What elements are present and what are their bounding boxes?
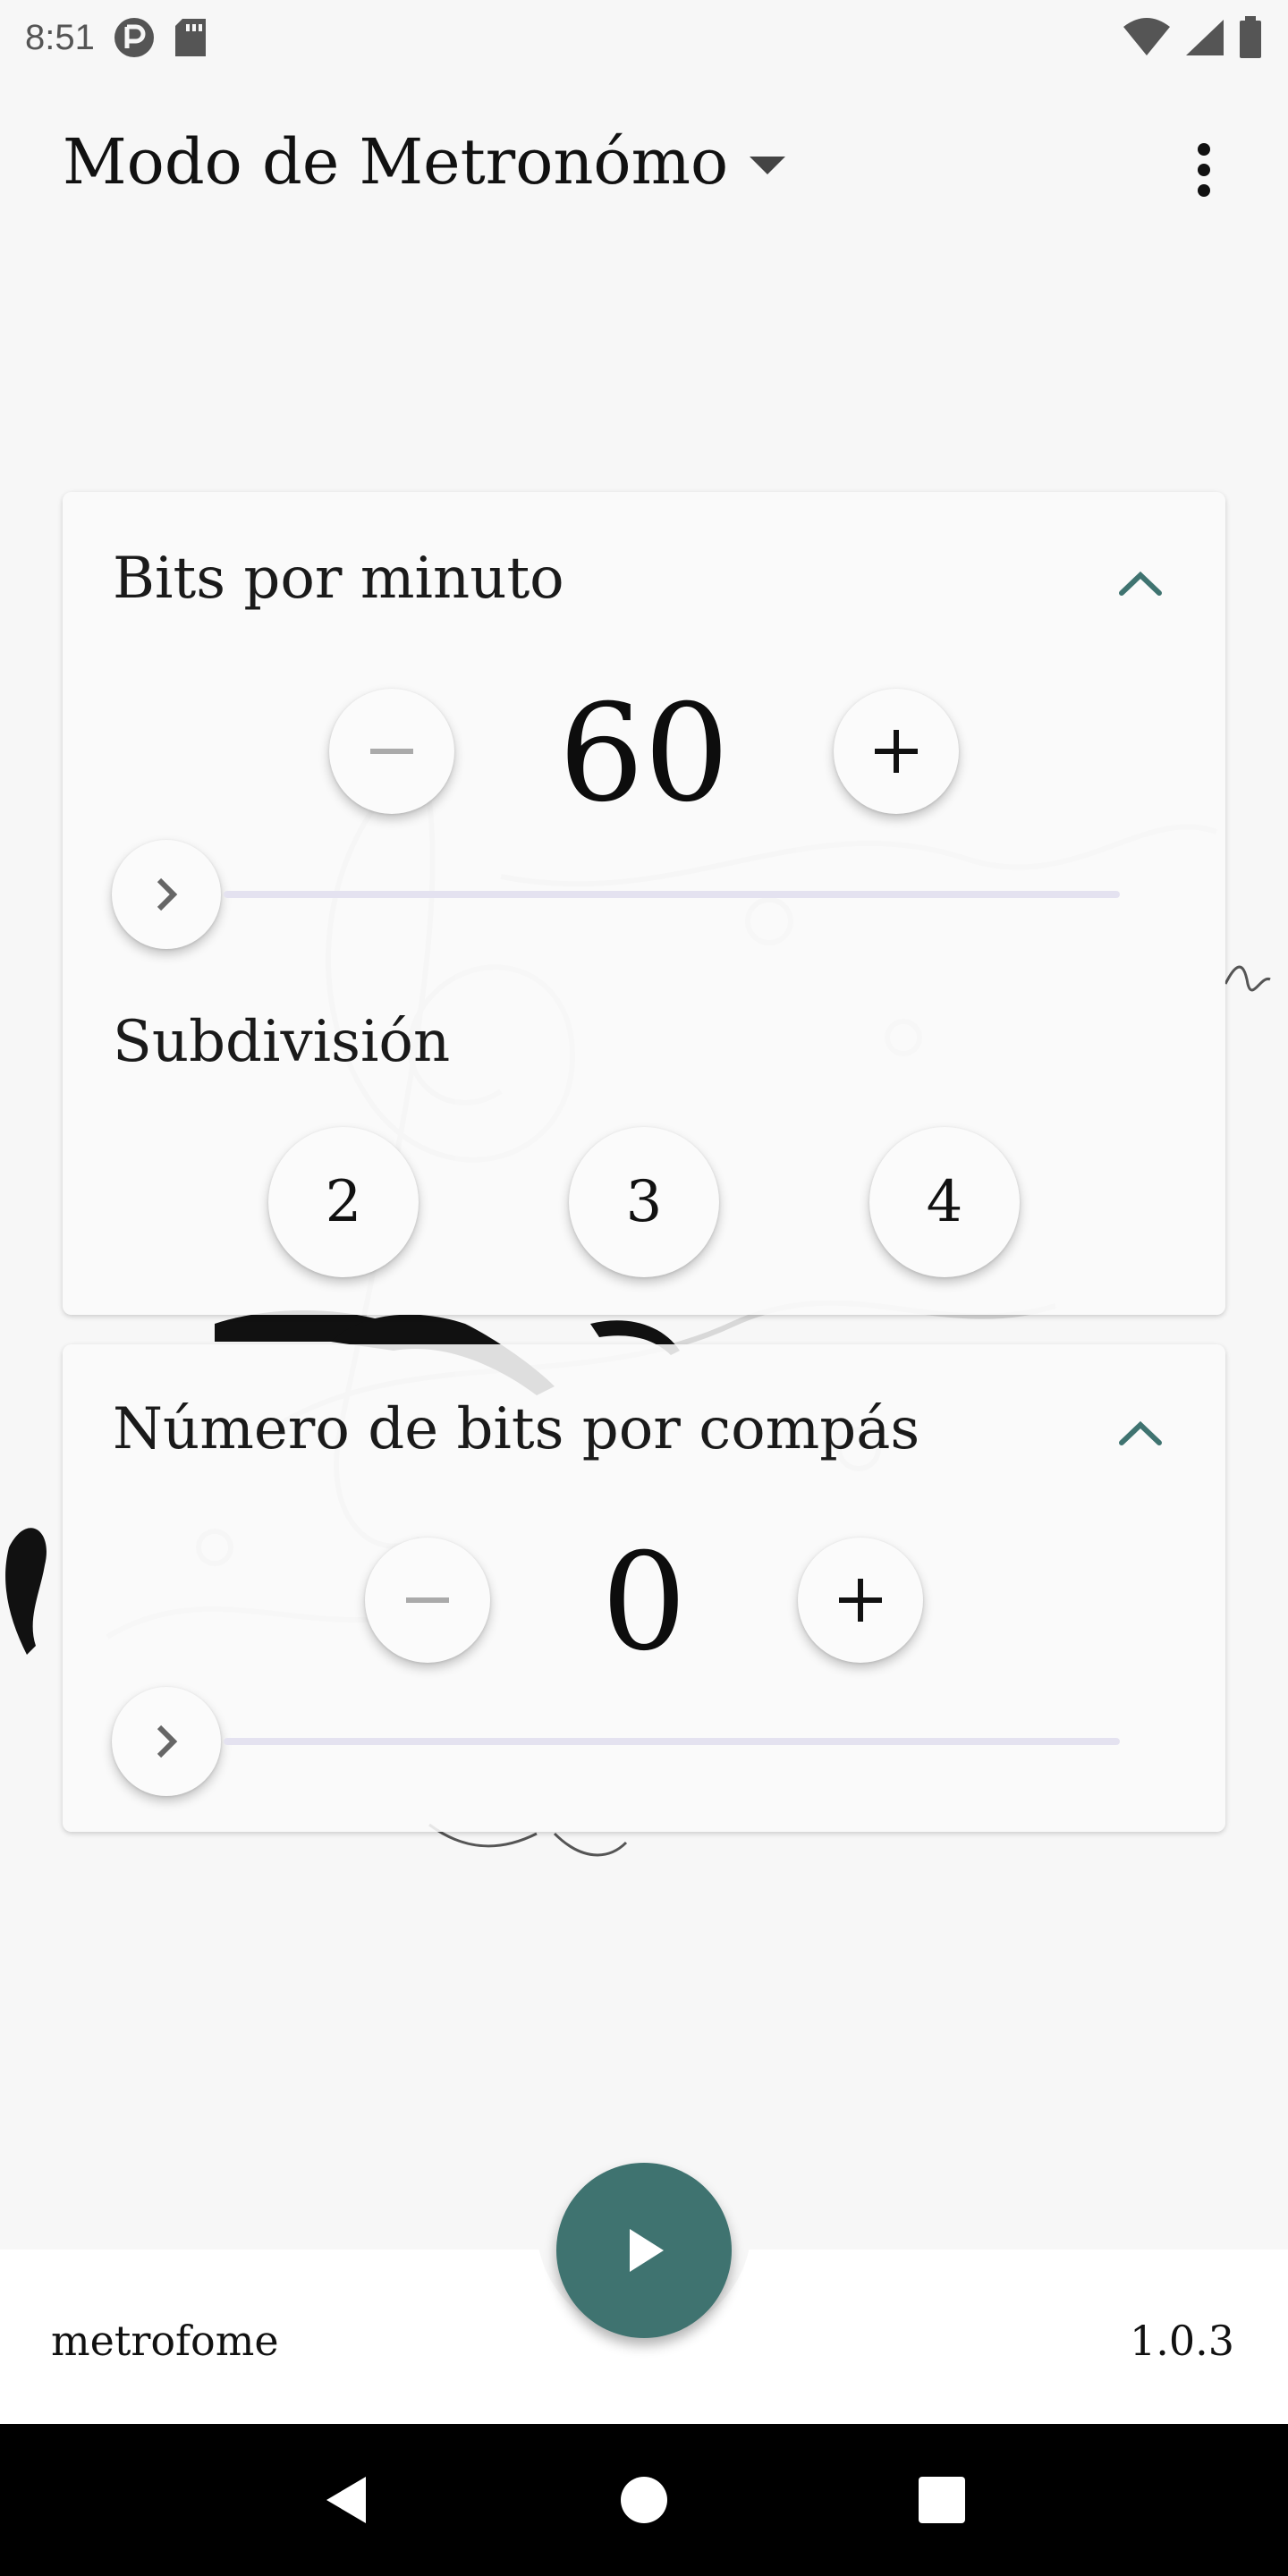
system-nav-bar — [0, 2424, 1288, 2576]
recents-icon[interactable] — [906, 2464, 978, 2536]
app-bar: Modo de Metronómo — [0, 107, 1288, 215]
app-name-label: metrofome — [51, 2317, 279, 2365]
mode-selector[interactable]: Modo de Metronómo — [63, 125, 786, 199]
beats-card-title: Número de bits por compás — [113, 1396, 920, 1462]
back-icon[interactable] — [310, 2464, 382, 2536]
subdivision-4-button[interactable]: 4 — [869, 1127, 1020, 1277]
bpm-expand-button[interactable] — [112, 840, 221, 949]
plus-icon — [839, 1579, 882, 1622]
sd-card-icon — [174, 17, 209, 58]
beats-decrement-button[interactable] — [365, 1538, 490, 1663]
status-right — [1122, 16, 1263, 59]
beats-slider-track[interactable] — [224, 1738, 1120, 1745]
dropdown-arrow-icon — [750, 157, 786, 174]
minus-icon — [370, 749, 413, 754]
chevron-up-icon[interactable] — [1109, 552, 1172, 614]
app-notification-icon — [113, 16, 156, 59]
more-vert-icon[interactable] — [1182, 134, 1225, 206]
battery-icon — [1238, 16, 1263, 59]
chevron-up-icon[interactable] — [1109, 1402, 1172, 1464]
bpm-value: 60 — [558, 676, 730, 832]
mode-title: Modo de Metronómo — [63, 125, 729, 199]
subdivision-label: Subdivisión — [113, 1009, 451, 1075]
bpm-slider-track[interactable] — [224, 891, 1120, 898]
chevron-right-icon — [157, 877, 178, 911]
status-left: 8:51 — [25, 16, 209, 59]
version-label: 1.0.3 — [1129, 2317, 1234, 2365]
home-icon[interactable] — [608, 2464, 680, 2536]
signal-icon — [1184, 18, 1225, 57]
wifi-icon — [1122, 18, 1172, 57]
subdivision-2-button[interactable]: 2 — [268, 1127, 419, 1277]
play-icon — [630, 2229, 664, 2272]
plus-icon — [875, 730, 918, 773]
bpm-card: Bits por minuto 60 Subdivisión 2 3 4 — [63, 492, 1225, 1315]
subdivision-3-button[interactable]: 3 — [569, 1127, 719, 1277]
beats-value: 0 — [601, 1525, 687, 1681]
bpm-card-title: Bits por minuto — [113, 546, 564, 612]
bpm-decrement-button[interactable] — [329, 689, 454, 814]
bpm-increment-button[interactable] — [834, 689, 959, 814]
chevron-right-icon — [157, 1724, 178, 1758]
beats-per-bar-card: Número de bits por compás 0 — [63, 1344, 1225, 1832]
play-button[interactable] — [556, 2163, 732, 2338]
beats-expand-button[interactable] — [112, 1687, 221, 1796]
status-time: 8:51 — [25, 17, 95, 57]
minus-icon — [406, 1597, 449, 1603]
status-bar: 8:51 — [0, 0, 1288, 75]
beats-increment-button[interactable] — [798, 1538, 923, 1663]
